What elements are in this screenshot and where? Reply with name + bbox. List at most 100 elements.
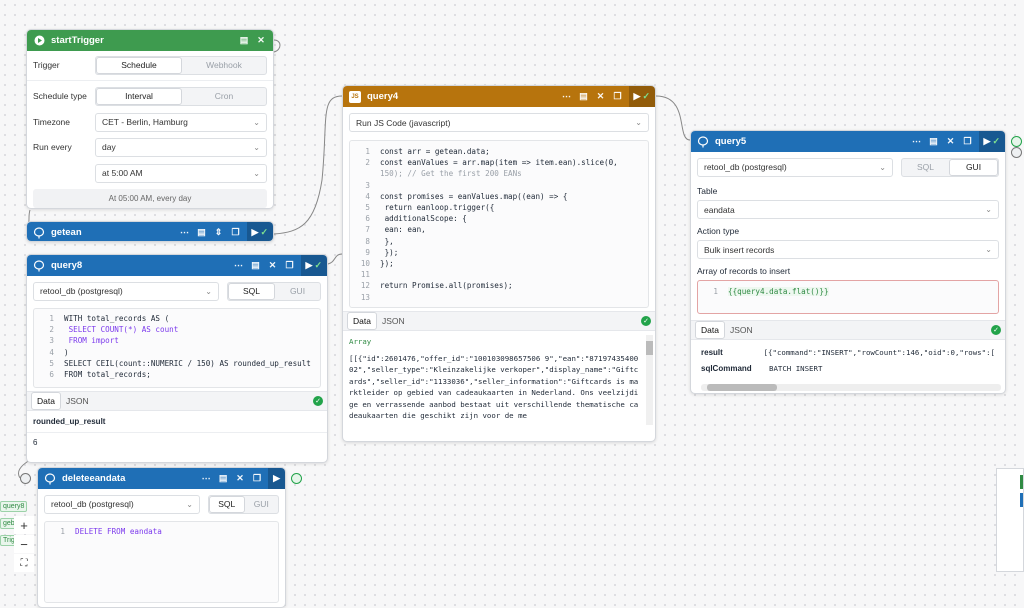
output-port[interactable] bbox=[291, 473, 302, 484]
deleteeandata-header[interactable]: deleteeandata ⋯ ▤ ✕ ❐ ▶ bbox=[38, 468, 285, 489]
run-every-select[interactable]: day ⌄ bbox=[95, 137, 267, 157]
copy-icon[interactable]: ❐ bbox=[284, 260, 296, 272]
deleteeandata-node[interactable]: deleteeandata ⋯ ▤ ✕ ❐ ▶ retool_db (postg… bbox=[37, 467, 286, 608]
time-select[interactable]: at 5:00 AM ⌄ bbox=[95, 163, 267, 183]
tab-data[interactable]: Data bbox=[695, 321, 725, 339]
more-icon[interactable]: ⋯ bbox=[911, 136, 923, 148]
query5-header[interactable]: query5 ⋯ ▤ ✕ ❐ ▶ ✓ bbox=[691, 131, 1005, 152]
notes-icon[interactable]: ▤ bbox=[217, 473, 229, 485]
notes-icon[interactable]: ▤ bbox=[250, 260, 262, 272]
javascript-icon: JS bbox=[349, 90, 361, 103]
chevron-down-icon: ⌄ bbox=[253, 142, 260, 152]
more-icon[interactable]: ⋯ bbox=[200, 473, 212, 485]
schedule-type-segmented[interactable]: Interval Cron bbox=[95, 86, 267, 106]
resource-value: retool_db (postgresql) bbox=[51, 499, 134, 509]
getean-header[interactable]: getean ⋯ ▤ ⇕ ❐ ▶ ✓ bbox=[27, 222, 273, 241]
gui-mode-option[interactable]: GUI bbox=[275, 283, 320, 300]
result-tabs[interactable]: Data JSON ✓ bbox=[27, 391, 327, 411]
mode-segmented[interactable]: SQL GUI bbox=[227, 281, 321, 301]
run-button[interactable]: ▶ ✓ bbox=[978, 131, 1005, 152]
fit-view-button[interactable]: ⛶ bbox=[14, 554, 34, 572]
query8-node[interactable]: query8 ⋯ ▤ ✕ ❐ ▶ ✓ retool_db (postgresql)… bbox=[26, 254, 328, 463]
copy-icon[interactable]: ❐ bbox=[230, 227, 242, 239]
output-port[interactable] bbox=[1011, 136, 1022, 147]
result-value: 6 bbox=[33, 438, 38, 447]
collapse-icon[interactable]: ✕ bbox=[945, 136, 957, 148]
side-panel-edge[interactable] bbox=[996, 468, 1024, 572]
result-tabs[interactable]: Data JSON ✓ bbox=[691, 320, 1005, 340]
resource-select[interactable]: retool_db (postgresql) ⌄ bbox=[44, 494, 200, 514]
success-icon: ✓ bbox=[991, 325, 1001, 335]
collapse-icon[interactable]: ✕ bbox=[234, 473, 246, 485]
time-value: at 5:00 AM bbox=[102, 168, 143, 178]
more-icon[interactable]: ⋯ bbox=[179, 227, 191, 239]
zoom-out-button[interactable]: − bbox=[14, 535, 34, 553]
input-port[interactable] bbox=[20, 473, 31, 484]
query4-header[interactable]: JS query4 ⋯ ▤ ✕ ❐ ▶ ✓ bbox=[343, 86, 655, 107]
start-trigger-node[interactable]: startTrigger ▤ ✕ Trigger Schedule Webhoo… bbox=[26, 29, 274, 209]
trigger-schedule-option[interactable]: Schedule bbox=[96, 56, 182, 74]
collapse-icon[interactable]: ✕ bbox=[255, 35, 267, 47]
notes-icon[interactable]: ▤ bbox=[928, 136, 940, 148]
copy-icon[interactable]: ❐ bbox=[962, 136, 974, 148]
more-icon[interactable]: ⋯ bbox=[561, 91, 573, 103]
gui-mode-option[interactable]: GUI bbox=[245, 496, 279, 513]
node-title: query8 bbox=[51, 260, 83, 271]
query5-node[interactable]: query5 ⋯ ▤ ✕ ❐ ▶ ✓ retool_db (postgresql)… bbox=[690, 130, 1006, 394]
copy-icon[interactable]: ❐ bbox=[612, 91, 624, 103]
postgres-icon bbox=[44, 472, 56, 485]
action-type-select[interactable]: Bulk insert records ⌄ bbox=[697, 240, 999, 259]
result-column-header: rounded_up_result bbox=[27, 411, 327, 433]
trigger-webhook-option[interactable]: Webhook bbox=[182, 57, 266, 74]
sql-mode-option[interactable]: SQL bbox=[902, 159, 949, 176]
run-button[interactable]: ▶ ✓ bbox=[246, 222, 273, 241]
schedule-cron-option[interactable]: Cron bbox=[182, 88, 266, 105]
tab-json[interactable]: JSON bbox=[725, 322, 758, 338]
js-editor[interactable]: 1 const arr = getean.data; 2 const eanValu… bbox=[349, 140, 649, 308]
timezone-label: Timezone bbox=[33, 117, 71, 127]
tab-json[interactable]: JSON bbox=[377, 313, 410, 329]
more-icon[interactable]: ⋯ bbox=[233, 260, 245, 272]
sql-editor[interactable]: 1 WITH total_records AS ( 2 SELECT COUNT(… bbox=[33, 308, 321, 388]
sql-mode-option[interactable]: SQL bbox=[228, 282, 275, 300]
run-button[interactable]: ▶ bbox=[268, 468, 285, 489]
resource-select[interactable]: retool_db (postgresql) ⌄ bbox=[697, 157, 893, 177]
gui-mode-option[interactable]: GUI bbox=[949, 158, 998, 176]
start-trigger-header[interactable]: startTrigger ▤ ✕ bbox=[27, 30, 273, 51]
zoom-in-button[interactable]: + bbox=[14, 516, 34, 534]
horizontal-scrollbar[interactable] bbox=[701, 384, 1001, 391]
query8-header[interactable]: query8 ⋯ ▤ ✕ ❐ ▶ ✓ bbox=[27, 255, 327, 276]
run-button[interactable]: ▶ ✓ bbox=[300, 255, 327, 276]
query4-node[interactable]: JS query4 ⋯ ▤ ✕ ❐ ▶ ✓ Run JS Code (javasc… bbox=[342, 85, 656, 442]
records-code: {{query4.data.flat()}} bbox=[728, 287, 829, 296]
sql-editor[interactable]: 1 DELETE FROM eandata bbox=[44, 521, 279, 603]
sql-mode-option[interactable]: SQL bbox=[209, 495, 245, 513]
minimap-label[interactable]: query8 bbox=[0, 501, 28, 512]
table-select[interactable]: eandata ⌄ bbox=[697, 200, 999, 219]
mode-segmented[interactable]: SQL GUI bbox=[901, 157, 999, 177]
getean-node[interactable]: getean ⋯ ▤ ⇕ ❐ ▶ ✓ bbox=[26, 221, 274, 242]
node-title: query5 bbox=[715, 136, 747, 147]
mode-segmented[interactable]: SQL GUI bbox=[208, 494, 279, 514]
copy-icon[interactable]: ❐ bbox=[251, 473, 263, 485]
runner-select[interactable]: Run JS Code (javascript) ⌄ bbox=[349, 113, 649, 132]
collapse-icon[interactable]: ✕ bbox=[595, 91, 607, 103]
play-icon: ▶ bbox=[633, 91, 641, 101]
collapse-icon[interactable]: ✕ bbox=[267, 260, 279, 272]
tab-json[interactable]: JSON bbox=[61, 393, 94, 409]
tab-data[interactable]: Data bbox=[347, 312, 377, 330]
notes-icon[interactable]: ▤ bbox=[578, 91, 590, 103]
notes-icon[interactable]: ▤ bbox=[238, 35, 250, 47]
schedule-interval-option[interactable]: Interval bbox=[96, 87, 182, 105]
timezone-select[interactable]: CET - Berlin, Hamburg ⌄ bbox=[95, 112, 267, 132]
output-port[interactable] bbox=[1011, 147, 1022, 158]
resource-select[interactable]: retool_db (postgresql) ⌄ bbox=[33, 281, 219, 301]
expand-icon[interactable]: ⇕ bbox=[213, 227, 225, 239]
result-tabs[interactable]: Data JSON ✓ bbox=[343, 311, 655, 331]
run-button[interactable]: ▶ ✓ bbox=[628, 86, 655, 107]
tab-data[interactable]: Data bbox=[31, 392, 61, 410]
notes-icon[interactable]: ▤ bbox=[196, 227, 208, 239]
records-editor[interactable]: 1 {{query4.data.flat()}} bbox=[697, 280, 999, 314]
result-scrollbar[interactable] bbox=[646, 335, 653, 425]
trigger-segmented[interactable]: Schedule Webhook bbox=[95, 55, 267, 75]
